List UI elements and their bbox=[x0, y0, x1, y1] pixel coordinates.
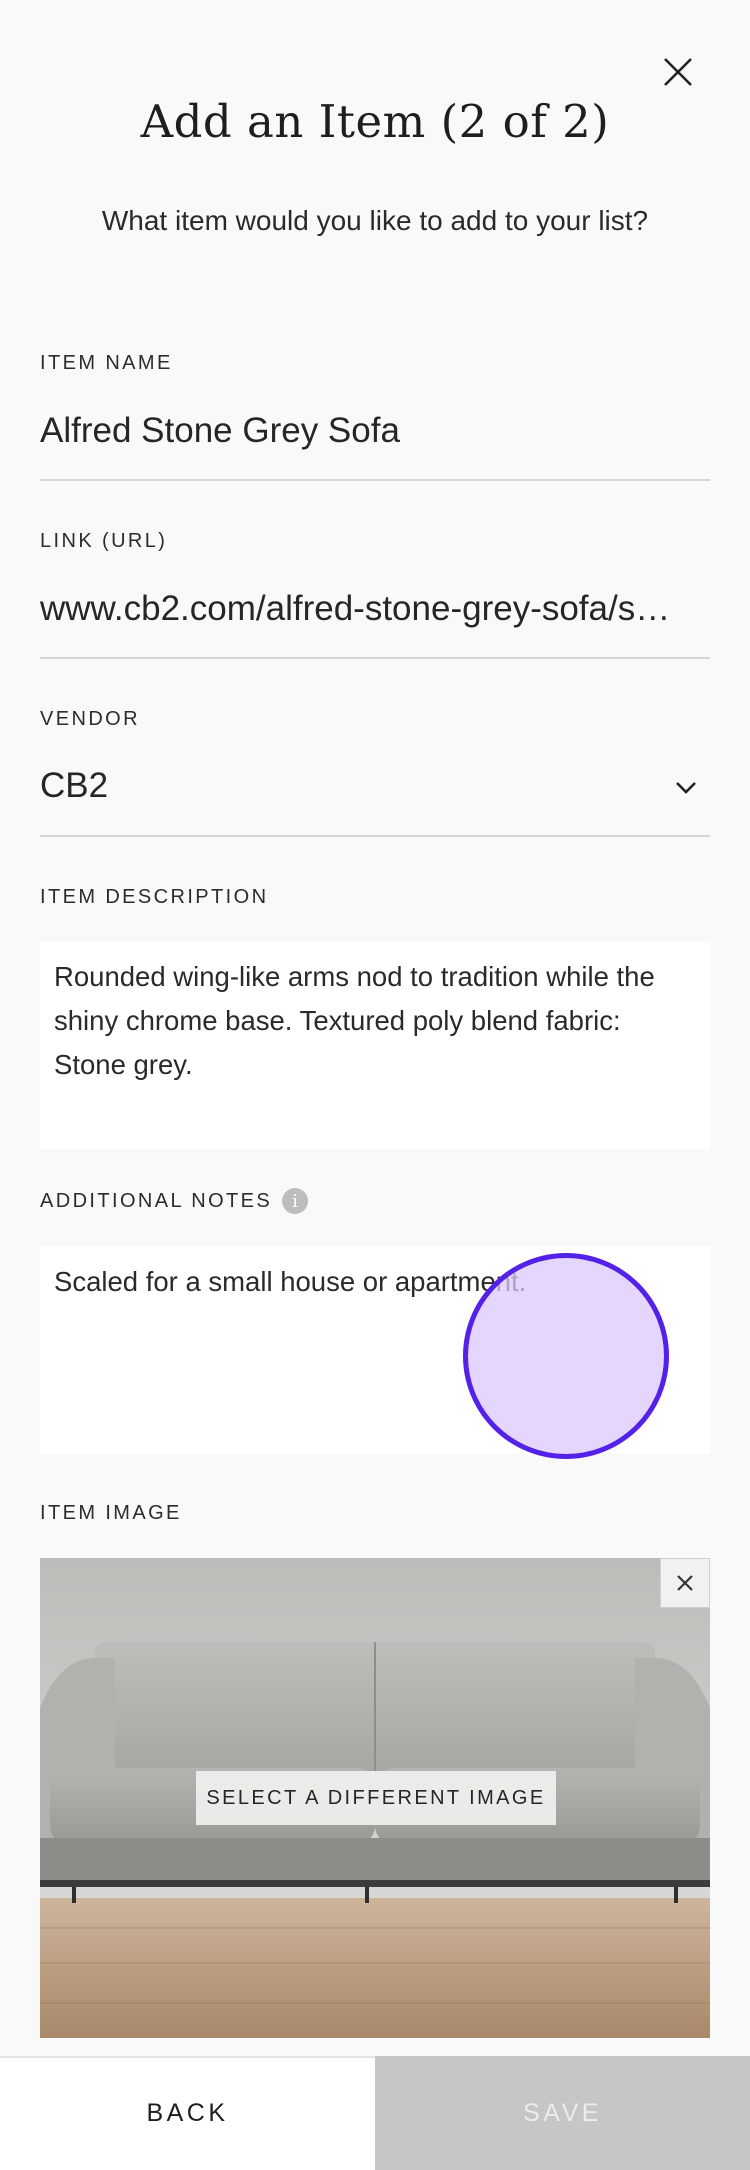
item-name-input[interactable]: Alfred Stone Grey Sofa bbox=[40, 411, 710, 451]
select-different-image-button[interactable]: SELECT A DIFFERENT IMAGE bbox=[196, 1771, 556, 1825]
vendor-underline bbox=[40, 835, 710, 837]
modal-subtitle: What item would you like to add to your … bbox=[101, 205, 649, 236]
vendor-label: VENDOR bbox=[40, 708, 140, 730]
info-icon[interactable]: i bbox=[282, 1188, 308, 1214]
touch-indicator bbox=[463, 1253, 669, 1459]
remove-image-button[interactable] bbox=[660, 1558, 710, 1608]
item-description-label: ITEM DESCRIPTION bbox=[40, 886, 269, 908]
item-name-label: ITEM NAME bbox=[40, 352, 173, 374]
item-name-underline bbox=[40, 479, 710, 481]
close-icon bbox=[677, 1575, 693, 1591]
vendor-select[interactable]: CB2 bbox=[40, 766, 640, 806]
additional-notes-label: ADDITIONAL NOTES bbox=[40, 1190, 273, 1212]
back-button[interactable]: BACK bbox=[0, 2056, 375, 2170]
link-input[interactable]: www.cb2.com/alfred-stone-grey-sofa/s… bbox=[40, 589, 710, 629]
modal-title: Add an Item (2 of 2) bbox=[140, 95, 610, 148]
link-label: LINK (URL) bbox=[40, 530, 168, 552]
item-image-label: ITEM IMAGE bbox=[40, 1502, 182, 1524]
footer-actions: BACK SAVE bbox=[0, 2056, 750, 2170]
chevron-down-icon[interactable] bbox=[670, 776, 702, 800]
item-description-textarea[interactable]: Rounded wing-like arms nod to tradition … bbox=[40, 941, 710, 1149]
link-underline bbox=[40, 657, 710, 659]
close-button[interactable] bbox=[654, 48, 702, 96]
save-button[interactable]: SAVE bbox=[375, 2056, 750, 2170]
close-icon bbox=[664, 58, 692, 86]
